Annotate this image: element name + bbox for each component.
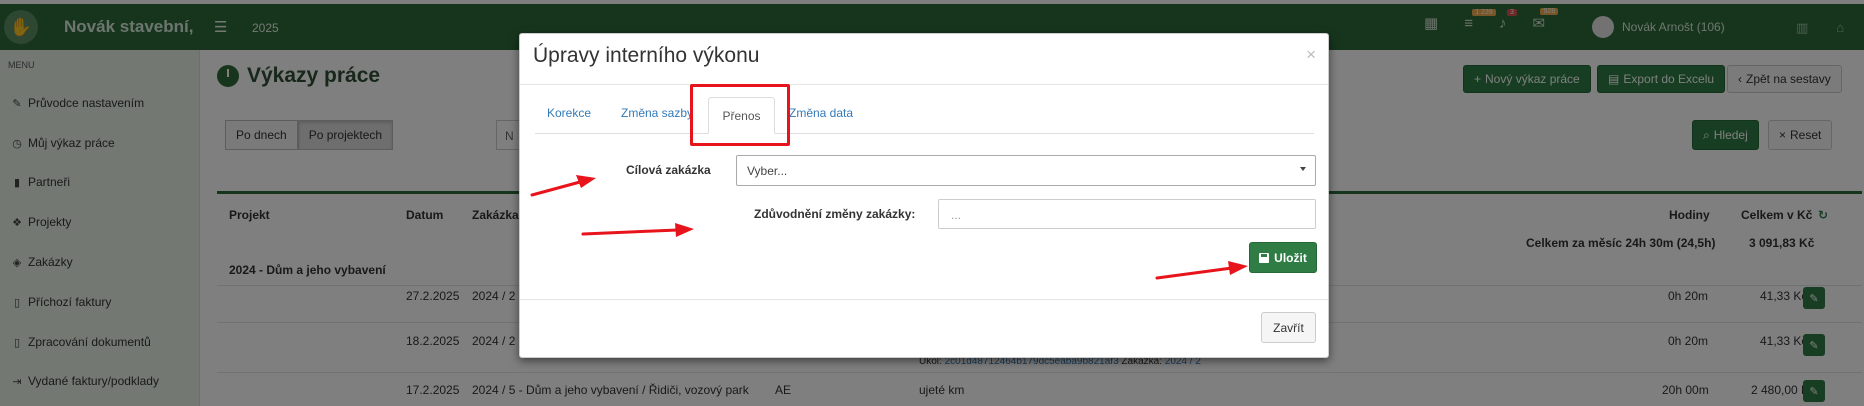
caret-down-icon — [1300, 167, 1306, 171]
button-label: Uložit — [1274, 250, 1307, 265]
target-order-value: Vyber... — [747, 164, 788, 178]
tab-korekce[interactable]: Korekce — [547, 106, 591, 120]
modal-header-divider — [520, 84, 1328, 85]
target-order-label: Cílová zakázka — [626, 163, 711, 177]
highlight-box — [690, 84, 790, 146]
floppy-disk-icon — [1259, 252, 1270, 263]
save-button[interactable]: Uložit — [1249, 242, 1317, 273]
reason-input[interactable]: ... — [938, 199, 1316, 229]
modal-footer-divider — [520, 299, 1328, 300]
edit-work-modal: Úpravy interního výkonu × Korekce Změna … — [519, 33, 1329, 358]
close-button[interactable]: Zavřít — [1261, 312, 1316, 343]
target-order-select[interactable]: Vyber... — [736, 155, 1316, 186]
tabs-underline — [535, 133, 1314, 134]
close-icon[interactable]: × — [1306, 45, 1316, 65]
reason-label: Zdůvodnění změny zakázky: — [754, 207, 916, 221]
tab-zmena-sazby[interactable]: Změna sazby — [621, 106, 693, 120]
modal-title: Úpravy interního výkonu — [533, 44, 760, 67]
tab-zmena-data[interactable]: Změna data — [789, 106, 853, 120]
